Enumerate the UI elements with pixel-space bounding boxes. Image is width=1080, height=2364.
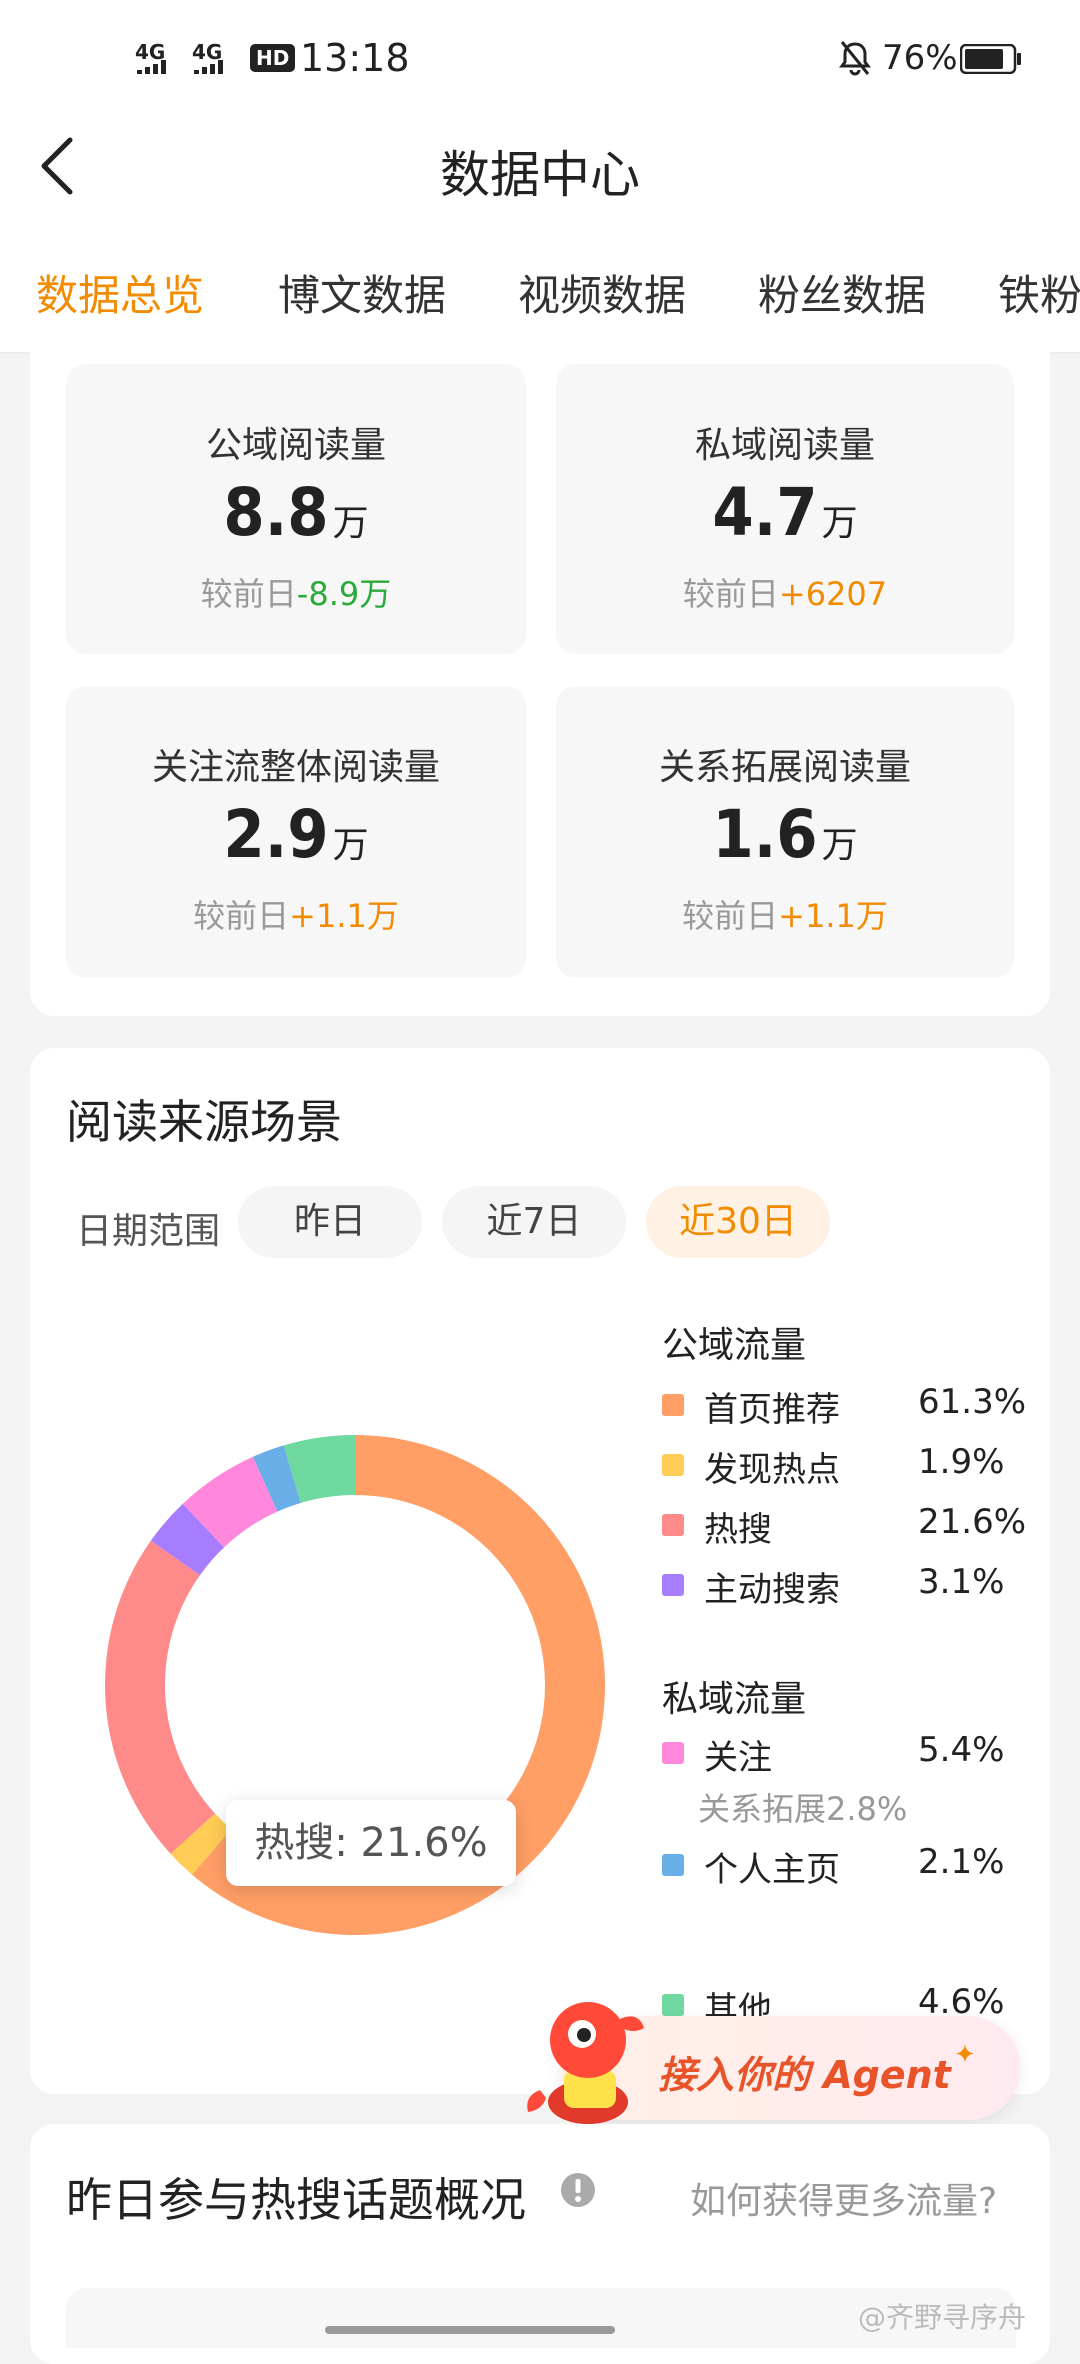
stat-diff: +1.1万 (778, 897, 888, 935)
legend-value: 2.1% (918, 1842, 1005, 1882)
mascot-icon[interactable] (518, 1990, 658, 2134)
tab-video-data[interactable]: 视频数据 (518, 262, 686, 323)
legend-swatch (662, 1394, 684, 1416)
legend-swatch (662, 1854, 684, 1876)
relation-note: 关系拓展2.8% (698, 1790, 908, 1828)
legend-swatch (662, 1574, 684, 1596)
legend-swatch (662, 1454, 684, 1476)
hd-badge: HD (250, 44, 296, 72)
legend-swatch (662, 1742, 684, 1764)
stat-unit: 万 (332, 825, 369, 866)
legend-swatch (662, 1994, 684, 2016)
stat-card-relation[interactable]: 关系拓展阅读量 1.6 万 较前日+1.1万 (556, 686, 1014, 978)
legend-label: 关注 (704, 1738, 772, 1778)
battery-icon (959, 43, 1022, 78)
signal-icon-2 (194, 58, 244, 78)
legend-value: 3.1% (918, 1562, 1005, 1602)
stat-value: 4.7 (712, 474, 818, 551)
chart-tooltip: 热搜: 21.6% (226, 1800, 516, 1886)
tab-post-data[interactable]: 博文数据 (278, 262, 446, 323)
legend-item[interactable]: 热搜 21.6% (662, 1502, 1026, 1550)
stat-diff-prefix: 较前日 (200, 575, 297, 613)
stat-unit: 万 (821, 503, 858, 544)
stat-card-follow-feed[interactable]: 关注流整体阅读量 2.9 万 较前日+1.1万 (66, 686, 526, 978)
stat-label: 公域阅读量 (205, 425, 386, 466)
legend-value: 21.6% (918, 1502, 1027, 1542)
stat-diff: -8.9万 (296, 575, 392, 613)
signal-icon-1 (137, 58, 187, 78)
home-indicator[interactable] (325, 2326, 615, 2334)
stat-unit: 万 (332, 503, 369, 544)
stat-label: 关系拓展阅读量 (658, 747, 911, 788)
mute-bell-icon (838, 40, 872, 80)
legend-value: 5.4% (918, 1730, 1005, 1770)
stat-card-public[interactable]: 公域阅读量 8.8 万 较前日-8.9万 (66, 364, 526, 654)
sparkle-icon: ✦ (954, 2040, 976, 2070)
clock: 13:18 (300, 36, 410, 80)
legend-label: 首页推荐 (704, 1390, 840, 1430)
range-30days[interactable]: 近30日 (646, 1186, 830, 1258)
legend-label: 主动搜索 (704, 1570, 840, 1610)
legend-label: 个人主页 (704, 1850, 840, 1890)
donut-slice-热搜[interactable] (105, 1540, 215, 1854)
stat-diff-prefix: 较前日 (193, 897, 290, 935)
page-title: 数据中心 (440, 146, 640, 204)
legend-private-title: 私域流量 (662, 1679, 807, 1720)
watermark: @齐野寻序舟 (858, 2301, 1027, 2334)
stat-label: 关注流整体阅读量 (151, 747, 440, 788)
section-title: 阅读来源场景 (66, 1095, 342, 1149)
stat-unit: 万 (821, 825, 858, 866)
battery-percent: 76% (882, 38, 958, 78)
legend-item[interactable]: 关注 5.4% (662, 1730, 1022, 1778)
stat-diff-prefix: 较前日 (682, 575, 779, 613)
stat-label: 私域阅读量 (694, 425, 875, 466)
tab-fans-data[interactable]: 粉丝数据 (758, 262, 926, 323)
stat-diff: +1.1万 (289, 897, 399, 935)
agent-label[interactable]: 接入你的 Agent (658, 2044, 951, 2099)
stat-card-private[interactable]: 私域阅读量 4.7 万 较前日+6207 (556, 364, 1014, 654)
hot-topic-title: 昨日参与热搜话题概况 (66, 2173, 526, 2227)
legend-public-title: 公域流量 (662, 1325, 807, 1366)
legend-item[interactable]: 发现热点 1.9% (662, 1442, 1022, 1490)
legend-swatch (662, 1514, 684, 1536)
stat-value: 2.9 (223, 796, 329, 873)
stat-value: 8.8 (223, 474, 329, 551)
legend-item[interactable]: 首页推荐 61.3% (662, 1382, 1026, 1430)
stat-diff-prefix: 较前日 (682, 897, 779, 935)
legend-label: 热搜 (704, 1510, 772, 1550)
legend-value: 1.9% (918, 1442, 1005, 1482)
legend-label: 发现热点 (704, 1450, 840, 1490)
legend-value: 61.3% (918, 1382, 1027, 1422)
legend-item[interactable]: 个人主页 2.1% (662, 1842, 1022, 1890)
info-icon[interactable] (560, 2172, 596, 2212)
range-7days[interactable]: 近7日 (442, 1186, 626, 1258)
stat-diff: +6207 (778, 575, 888, 613)
tab-iron-fans[interactable]: 铁粉 (998, 262, 1080, 323)
range-label: 日期范围 (76, 1211, 221, 1252)
stat-value: 1.6 (712, 796, 818, 873)
legend-item[interactable]: 主动搜索 3.1% (662, 1562, 1022, 1610)
range-yesterday[interactable]: 昨日 (238, 1186, 422, 1258)
tab-overview[interactable]: 数据总览 (36, 262, 204, 323)
more-traffic-link[interactable]: 如何获得更多流量? (690, 2172, 997, 2224)
